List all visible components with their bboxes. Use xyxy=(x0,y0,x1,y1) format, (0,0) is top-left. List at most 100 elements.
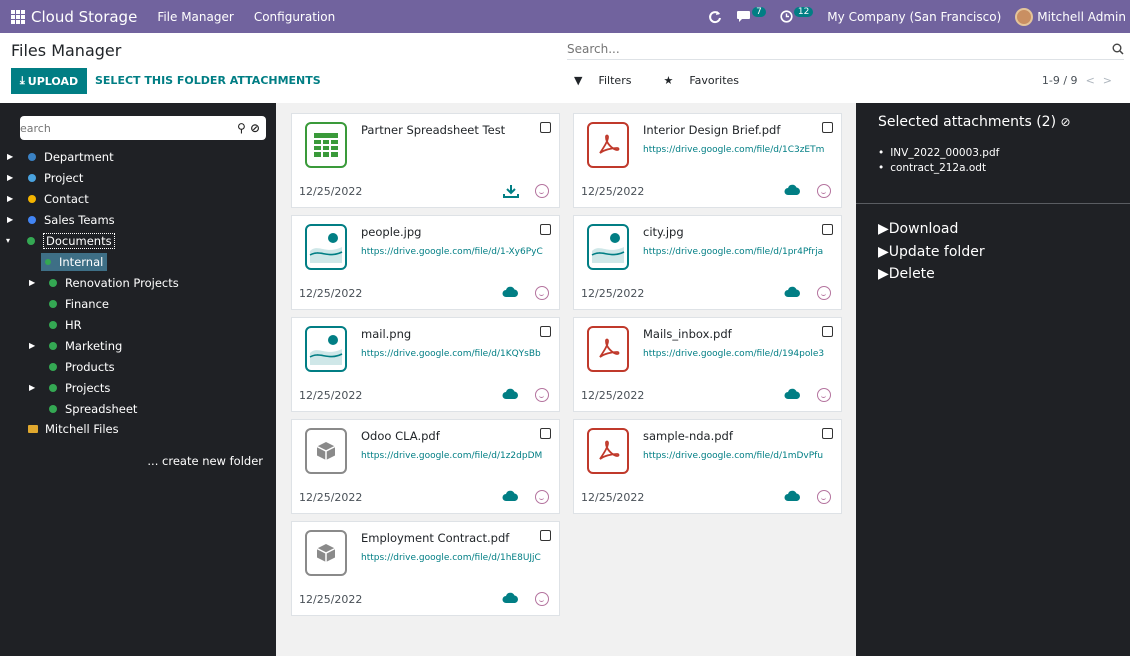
menu-configuration[interactable]: Configuration xyxy=(254,10,335,24)
chevron-right-icon[interactable]: > xyxy=(1103,74,1112,87)
clear-icon[interactable]: ⊘ xyxy=(250,121,260,135)
file-name[interactable]: Mails_inbox.pdf xyxy=(643,327,813,341)
upload-button[interactable]: ⤓ UPLOAD xyxy=(11,68,87,94)
cloud-icon[interactable] xyxy=(502,388,519,403)
file-checkbox[interactable] xyxy=(540,530,551,541)
file-card[interactable]: Employment Contract.pdf https://drive.go… xyxy=(291,521,560,616)
caret-right-icon[interactable]: ▶ xyxy=(7,173,13,182)
delete-action[interactable]: ▶Delete xyxy=(878,266,935,282)
file-name[interactable]: mail.png xyxy=(361,327,531,341)
file-url[interactable]: https://drive.google.com/file/d/1hE8UJjC xyxy=(361,553,553,563)
file-url[interactable]: https://drive.google.com/file/d/1C3zETm xyxy=(643,145,835,155)
cloud-icon[interactable] xyxy=(784,286,801,301)
tree-item-department[interactable]: Department xyxy=(28,148,114,166)
file-checkbox[interactable] xyxy=(540,224,551,235)
file-card[interactable]: Mails_inbox.pdf https://drive.google.com… xyxy=(573,317,842,412)
tree-item-contact[interactable]: Contact xyxy=(28,190,89,208)
file-url[interactable]: https://drive.google.com/file/d/1-Xy6PyC xyxy=(361,247,553,257)
cloud-icon[interactable] xyxy=(502,592,519,607)
file-card[interactable]: people.jpg https://drive.google.com/file… xyxy=(291,215,560,310)
file-checkbox[interactable] xyxy=(822,326,833,337)
apps-grid-icon[interactable] xyxy=(11,9,25,24)
activity-smile-icon[interactable] xyxy=(817,490,831,504)
caret-right-icon[interactable]: ▶ xyxy=(29,383,35,392)
download-action[interactable]: ▶Download xyxy=(878,221,958,237)
search-icon[interactable]: ⚲ xyxy=(237,121,246,135)
tree-item-marketing[interactable]: Marketing xyxy=(49,337,122,355)
activity-button[interactable]: 12 xyxy=(780,6,814,23)
pager-value[interactable]: 1-9 / 9 xyxy=(1042,74,1078,87)
download-icon[interactable] xyxy=(503,184,519,201)
cloud-icon[interactable] xyxy=(502,490,519,505)
activity-smile-icon[interactable] xyxy=(817,184,831,198)
file-name[interactable]: city.jpg xyxy=(643,225,813,239)
activity-smile-icon[interactable] xyxy=(535,286,549,300)
tree-item-renovation-projects[interactable]: Renovation Projects xyxy=(49,274,179,292)
file-name[interactable]: Odoo CLA.pdf xyxy=(361,429,531,443)
activity-smile-icon[interactable] xyxy=(817,286,831,300)
file-url[interactable]: https://drive.google.com/file/d/1KQYsBb xyxy=(361,349,553,359)
caret-right-icon[interactable]: ▶ xyxy=(7,152,13,161)
file-url[interactable]: https://drive.google.com/file/d/1z2dpDM xyxy=(361,451,553,461)
file-card[interactable]: Odoo CLA.pdf https://drive.google.com/fi… xyxy=(291,419,560,514)
activity-smile-icon[interactable] xyxy=(535,388,549,402)
file-checkbox[interactable] xyxy=(822,428,833,439)
activity-smile-icon[interactable] xyxy=(535,592,549,606)
cloud-icon[interactable] xyxy=(784,388,801,403)
file-card[interactable]: mail.png https://drive.google.com/file/d… xyxy=(291,317,560,412)
favorites-toggle[interactable]: ★ Favorites xyxy=(663,74,755,87)
tree-item-project[interactable]: Project xyxy=(28,169,83,187)
file-checkbox[interactable] xyxy=(822,224,833,235)
search-input[interactable] xyxy=(567,41,1067,56)
tree-item-mitchell-files[interactable]: Mitchell Files xyxy=(28,420,119,438)
menu-file-manager[interactable]: File Manager xyxy=(157,10,234,24)
file-url[interactable]: https://drive.google.com/file/d/1pr4Pfrj… xyxy=(643,247,835,257)
file-checkbox[interactable] xyxy=(540,122,551,133)
file-url[interactable]: https://drive.google.com/file/d/194pole3 xyxy=(643,349,835,359)
file-checkbox[interactable] xyxy=(822,122,833,133)
file-url[interactable]: https://drive.google.com/file/d/1mDvPfu xyxy=(643,451,835,461)
file-card[interactable]: sample-nda.pdf https://drive.google.com/… xyxy=(573,419,842,514)
activity-smile-icon[interactable] xyxy=(817,388,831,402)
file-name[interactable]: sample-nda.pdf xyxy=(643,429,813,443)
file-name[interactable]: people.jpg xyxy=(361,225,531,239)
activity-smile-icon[interactable] xyxy=(535,490,549,504)
clear-selection-icon[interactable]: ⊘ xyxy=(1061,115,1071,129)
cloud-icon[interactable] xyxy=(502,286,519,301)
file-card[interactable]: city.jpg https://drive.google.com/file/d… xyxy=(573,215,842,310)
refresh-icon[interactable] xyxy=(708,10,722,24)
file-card[interactable]: Partner Spreadsheet Test 12/25/2022 xyxy=(291,113,560,208)
tree-item-documents[interactable]: Documents xyxy=(27,232,115,250)
tree-item-spreadsheet[interactable]: Spreadsheet xyxy=(49,400,137,418)
tree-item-sales-teams[interactable]: Sales Teams xyxy=(28,211,115,229)
filters-toggle[interactable]: ▼ Filters xyxy=(574,74,647,87)
caret-right-icon[interactable]: ▶ xyxy=(7,215,13,224)
caret-right-icon[interactable]: ▶ xyxy=(29,341,35,350)
create-folder-link[interactable]: ... create new folder xyxy=(147,454,263,468)
user-menu[interactable]: Mitchell Admin xyxy=(1015,7,1126,26)
file-name[interactable]: Interior Design Brief.pdf xyxy=(643,123,813,137)
update-folder-action[interactable]: ▶Update folder xyxy=(878,244,985,260)
file-checkbox[interactable] xyxy=(540,326,551,337)
activity-smile-icon[interactable] xyxy=(535,184,549,198)
file-card[interactable]: Interior Design Brief.pdf https://drive.… xyxy=(573,113,842,208)
select-folder-attachments-button[interactable]: SELECT THIS FOLDER ATTACHMENTS xyxy=(95,74,321,87)
app-brand[interactable]: Cloud Storage xyxy=(31,8,137,26)
tree-item-projects[interactable]: Projects xyxy=(49,379,110,397)
file-name[interactable]: Employment Contract.pdf xyxy=(361,531,531,545)
caret-right-icon[interactable]: ▶ xyxy=(29,278,35,287)
tree-item-finance[interactable]: Finance xyxy=(49,295,109,313)
tree-item-hr[interactable]: HR xyxy=(49,316,82,334)
caret-down-icon[interactable]: ▾ xyxy=(6,236,10,245)
search-icon[interactable] xyxy=(1112,43,1124,55)
chevron-left-icon[interactable]: < xyxy=(1086,74,1095,87)
cloud-icon[interactable] xyxy=(784,184,801,199)
folder-search-input[interactable] xyxy=(20,121,220,135)
chat-button[interactable]: 7 xyxy=(736,6,766,23)
file-name[interactable]: Partner Spreadsheet Test xyxy=(361,123,531,137)
cloud-icon[interactable] xyxy=(784,490,801,505)
company-switcher[interactable]: My Company (San Francisco) xyxy=(827,10,1001,24)
tree-item-products[interactable]: Products xyxy=(49,358,115,376)
tree-item-internal[interactable]: Internal xyxy=(41,253,108,271)
file-checkbox[interactable] xyxy=(540,428,551,439)
